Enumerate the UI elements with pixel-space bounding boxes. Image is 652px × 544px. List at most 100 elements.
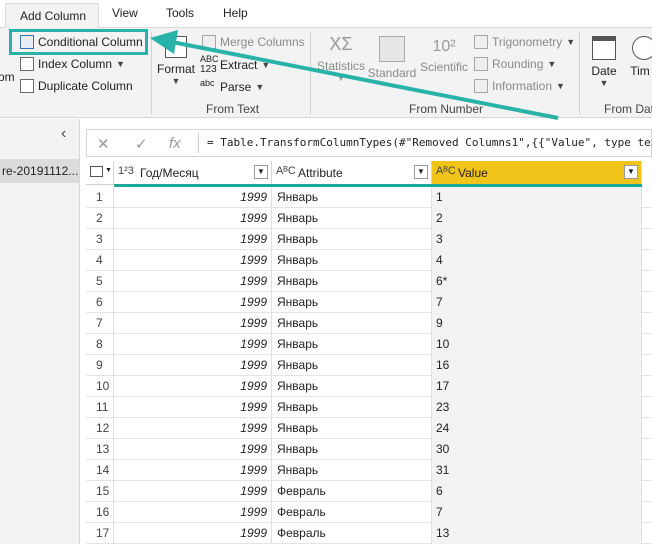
row-number[interactable]: 7: [86, 313, 114, 334]
attribute-cell[interactable]: Январь: [272, 460, 432, 481]
value-cell[interactable]: 17: [432, 376, 642, 397]
row-number[interactable]: 14: [86, 460, 114, 481]
attribute-cell[interactable]: Январь: [272, 187, 432, 208]
value-cell[interactable]: 30: [432, 439, 642, 460]
attribute-cell[interactable]: Январь: [272, 313, 432, 334]
value-cell[interactable]: 7: [432, 292, 642, 313]
value-cell[interactable]: 2: [432, 208, 642, 229]
row-number[interactable]: 3: [86, 229, 114, 250]
year-cell[interactable]: 1999: [114, 460, 272, 481]
column-header-value[interactable]: AᴮC Value ▼: [432, 161, 642, 185]
value-cell[interactable]: 3: [432, 229, 642, 250]
value-cell[interactable]: 13: [432, 523, 642, 544]
row-number[interactable]: 17: [86, 523, 114, 544]
query-item[interactable]: re-20191112...: [0, 159, 79, 183]
value-cell[interactable]: 9: [432, 313, 642, 334]
year-cell[interactable]: 1999: [114, 439, 272, 460]
row-number[interactable]: 16: [86, 502, 114, 523]
attribute-cell[interactable]: Январь: [272, 334, 432, 355]
year-cell[interactable]: 1999: [114, 250, 272, 271]
attribute-cell[interactable]: Февраль: [272, 481, 432, 502]
table-row[interactable]: 9 1999 Январь 16: [86, 355, 652, 376]
row-number[interactable]: 8: [86, 334, 114, 355]
formula-input[interactable]: = Table.TransformColumnTypes(#"Removed C…: [207, 136, 652, 149]
table-row[interactable]: 8 1999 Январь 10: [86, 334, 652, 355]
column-filter-button[interactable]: ▼: [254, 165, 268, 179]
attribute-cell[interactable]: Январь: [272, 271, 432, 292]
table-row[interactable]: 10 1999 Январь 17: [86, 376, 652, 397]
time-button[interactable]: Tim: [628, 36, 652, 78]
scientific-button[interactable]: 10² Scientific: [418, 38, 470, 74]
row-number[interactable]: 12: [86, 418, 114, 439]
tab-add-column[interactable]: Add Column: [5, 3, 99, 29]
table-row[interactable]: 13 1999 Январь 30: [86, 439, 652, 460]
year-cell[interactable]: 1999: [114, 187, 272, 208]
row-number[interactable]: 15: [86, 481, 114, 502]
cancel-icon[interactable]: ✕: [97, 135, 110, 153]
row-number[interactable]: 6: [86, 292, 114, 313]
value-cell[interactable]: 24: [432, 418, 642, 439]
table-row[interactable]: 1 1999 Январь 1: [86, 187, 652, 208]
table-row[interactable]: 12 1999 Январь 24: [86, 418, 652, 439]
year-cell[interactable]: 1999: [114, 376, 272, 397]
row-number[interactable]: 4: [86, 250, 114, 271]
fx-icon[interactable]: fx: [169, 135, 181, 152]
attribute-cell[interactable]: Январь: [272, 397, 432, 418]
extract-button[interactable]: Extract ▼: [220, 58, 270, 72]
year-cell[interactable]: 1999: [114, 355, 272, 376]
tab-help[interactable]: Help: [223, 6, 248, 20]
table-menu-button[interactable]: ▼: [86, 161, 114, 185]
attribute-cell[interactable]: Январь: [272, 208, 432, 229]
year-cell[interactable]: 1999: [114, 523, 272, 544]
merge-columns-button[interactable]: Merge Columns: [202, 35, 305, 49]
format-button[interactable]: Format ▼: [157, 36, 195, 86]
trigonometry-button[interactable]: Trigonometry ▼: [474, 35, 575, 49]
duplicate-column-button[interactable]: Duplicate Column: [20, 79, 133, 93]
value-cell[interactable]: 6*: [432, 271, 642, 292]
table-row[interactable]: 17 1999 Февраль 13: [86, 523, 652, 544]
row-number[interactable]: 10: [86, 376, 114, 397]
standard-button[interactable]: Standard: [366, 36, 418, 80]
attribute-cell[interactable]: Январь: [272, 376, 432, 397]
attribute-cell[interactable]: Январь: [272, 439, 432, 460]
attribute-cell[interactable]: Январь: [272, 229, 432, 250]
year-cell[interactable]: 1999: [114, 208, 272, 229]
column-header-attribute[interactable]: AᴮC Attribute ▼: [272, 161, 432, 185]
table-row[interactable]: 15 1999 Февраль 6: [86, 481, 652, 502]
year-cell[interactable]: 1999: [114, 418, 272, 439]
column-filter-button[interactable]: ▼: [624, 165, 638, 179]
collapse-panel-icon[interactable]: ‹: [61, 125, 66, 143]
table-row[interactable]: 3 1999 Январь 3: [86, 229, 652, 250]
year-cell[interactable]: 1999: [114, 229, 272, 250]
year-cell[interactable]: 1999: [114, 292, 272, 313]
year-cell[interactable]: 1999: [114, 481, 272, 502]
parse-button[interactable]: Parse ▼: [220, 80, 264, 94]
table-row[interactable]: 11 1999 Январь 23: [86, 397, 652, 418]
table-row[interactable]: 2 1999 Январь 2: [86, 208, 652, 229]
table-row[interactable]: 5 1999 Январь 6*: [86, 271, 652, 292]
year-cell[interactable]: 1999: [114, 313, 272, 334]
value-cell[interactable]: 31: [432, 460, 642, 481]
year-cell[interactable]: 1999: [114, 397, 272, 418]
value-cell[interactable]: 4: [432, 250, 642, 271]
value-cell[interactable]: 23: [432, 397, 642, 418]
value-cell[interactable]: 16: [432, 355, 642, 376]
value-cell[interactable]: 10: [432, 334, 642, 355]
table-row[interactable]: 16 1999 Февраль 7: [86, 502, 652, 523]
tab-tools[interactable]: Tools: [166, 6, 194, 20]
table-row[interactable]: 4 1999 Январь 4: [86, 250, 652, 271]
row-number[interactable]: 1: [86, 187, 114, 208]
row-number[interactable]: 11: [86, 397, 114, 418]
index-column-button[interactable]: Index Column ▼: [20, 57, 125, 71]
text-type-icon[interactable]: AᴮC: [436, 165, 456, 177]
table-row[interactable]: 6 1999 Январь 7: [86, 292, 652, 313]
year-cell[interactable]: 1999: [114, 502, 272, 523]
row-number[interactable]: 5: [86, 271, 114, 292]
attribute-cell[interactable]: Январь: [272, 250, 432, 271]
attribute-cell[interactable]: Январь: [272, 418, 432, 439]
value-cell[interactable]: 1: [432, 187, 642, 208]
tab-view[interactable]: View: [112, 6, 138, 20]
row-number[interactable]: 9: [86, 355, 114, 376]
value-cell[interactable]: 7: [432, 502, 642, 523]
attribute-cell[interactable]: Январь: [272, 292, 432, 313]
